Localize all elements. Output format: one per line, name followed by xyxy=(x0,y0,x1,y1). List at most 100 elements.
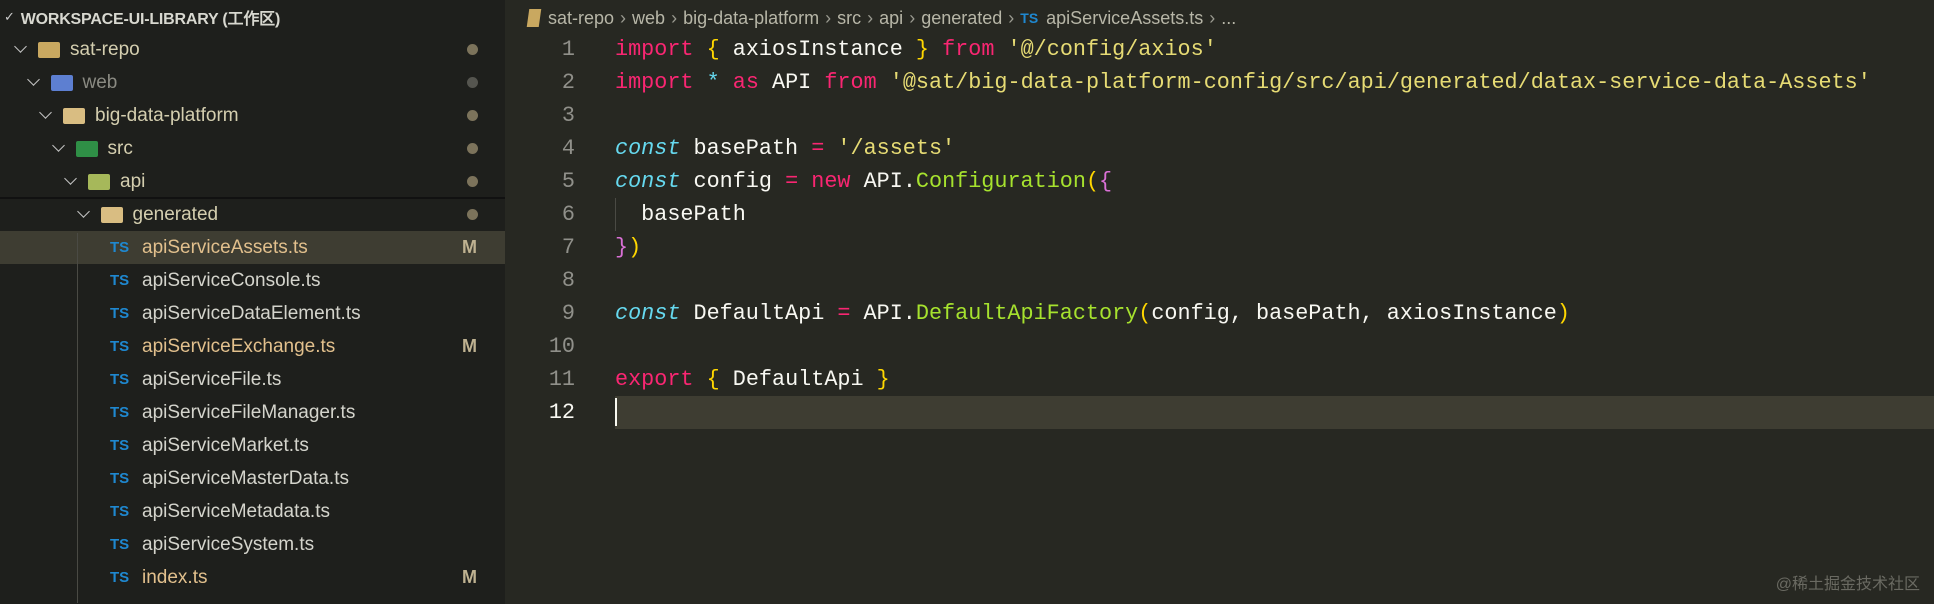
line-number: 12 xyxy=(548,400,575,425)
breadcrumb-item[interactable]: web xyxy=(632,8,665,29)
token-text: DefaultApi xyxy=(680,301,838,326)
tree-item-label: api xyxy=(120,170,146,192)
git-modified-badge: M xyxy=(462,336,477,356)
chevron-right-icon: › xyxy=(671,7,678,28)
chevron-down-icon xyxy=(39,107,53,121)
code-text: }) xyxy=(615,231,641,264)
tree-file[interactable]: TS apiServiceFile.ts xyxy=(0,363,505,396)
tree-folder[interactable]: generated xyxy=(0,198,505,231)
token-string: '@/config/axios' xyxy=(1007,37,1217,62)
code-line[interactable]: 1 import { axiosInstance } from '@/config… xyxy=(505,33,1934,66)
tree-file[interactable]: TS apiServiceMarket.ts xyxy=(0,429,505,462)
code-line[interactable]: 10 xyxy=(505,330,1934,363)
workspace-header[interactable]: ✓ WORKSPACE-UI-LIBRARY (工作区) xyxy=(0,0,505,33)
token-keyword: export xyxy=(615,367,694,392)
tree-file[interactable]: TS apiServiceConsole.ts xyxy=(0,264,505,297)
chevron-right-icon: › xyxy=(825,7,832,28)
folder-src-icon xyxy=(75,140,98,157)
token-text: API xyxy=(758,70,825,95)
code-line[interactable]: 5 const config = new API.Configuration({ xyxy=(505,165,1934,198)
token-string: '@sat/big-data-platform-config/src/api/g… xyxy=(889,70,1871,95)
indent-guide xyxy=(615,198,616,231)
code-line[interactable]: 11 export { DefaultApi } xyxy=(505,363,1934,396)
code-line[interactable]: 7}) xyxy=(505,231,1934,264)
tree-item-label: apiServiceConsole.ts xyxy=(142,269,321,291)
chevron-right-icon: › xyxy=(909,7,916,28)
tree-file[interactable]: TS apiServiceMasterData.ts xyxy=(0,462,505,495)
tree-file[interactable]: TS apiServiceFileManager.ts xyxy=(0,396,505,429)
tree-item-label: apiServiceExchange.ts xyxy=(142,335,336,357)
token-keyword: import xyxy=(615,70,694,95)
tree-item-label: apiServiceMasterData.ts xyxy=(142,467,349,489)
breadcrumb-item[interactable]: api xyxy=(879,8,903,29)
tree-item-label: apiServiceDataElement.ts xyxy=(142,302,361,324)
typescript-file-icon: TS xyxy=(110,437,130,454)
breadcrumb-more[interactable]: ... xyxy=(1221,8,1236,29)
line-number: 10 xyxy=(548,334,575,359)
code-text: import * as API from '@sat/big-data-plat… xyxy=(615,66,1871,99)
tree-file[interactable]: TS apiServiceMetadata.ts xyxy=(0,495,505,528)
git-status-dot xyxy=(467,176,478,187)
chevron-down-icon xyxy=(14,41,28,55)
line-number: 4 xyxy=(561,136,575,161)
code-line[interactable]: 9 const DefaultApi = API.DefaultApiFactor… xyxy=(505,297,1934,330)
git-status-dot xyxy=(467,44,478,55)
chevron-down-icon xyxy=(77,206,91,220)
explorer-sidebar: ✓ WORKSPACE-UI-LIBRARY (工作区) sat-repo web… xyxy=(0,0,505,604)
token-text: basePath xyxy=(680,136,812,161)
code-line[interactable]: 4 const basePath = '/assets' xyxy=(505,132,1934,165)
token-func: DefaultApiFactory xyxy=(915,301,1139,326)
line-number: 7 xyxy=(561,235,575,260)
tree-folder[interactable]: web xyxy=(0,66,505,99)
chevron-right-icon: › xyxy=(867,7,874,28)
tree-item-label: web xyxy=(82,71,118,93)
breadcrumb-item[interactable]: sat-repo xyxy=(548,8,614,29)
token-brace1: ( xyxy=(1138,301,1152,326)
tree-file[interactable]: TS apiServiceAssets.ts M xyxy=(0,231,505,264)
git-status-dot xyxy=(467,209,478,220)
tree-file[interactable]: TS apiServiceDataElement.ts xyxy=(0,297,505,330)
tree-folder[interactable]: api xyxy=(0,165,505,198)
tree-folder[interactable]: big-data-platform xyxy=(0,99,505,132)
git-status-dot xyxy=(467,143,478,154)
token-brace1: { xyxy=(706,367,720,392)
breadcrumb-item[interactable]: src xyxy=(837,8,861,29)
indent-guide xyxy=(77,233,78,603)
code-line[interactable]: 2 import * as API from '@sat/big-data-pla… xyxy=(505,66,1934,99)
tree-file[interactable]: TS apiServiceExchange.ts M xyxy=(0,330,505,363)
breadcrumb-file[interactable]: apiServiceAssets.ts xyxy=(1046,8,1203,29)
code-line[interactable]: 8 xyxy=(505,264,1934,297)
line-number: 5 xyxy=(561,169,575,194)
tree-item-label: apiServiceMetadata.ts xyxy=(142,500,330,522)
breadcrumb-item[interactable]: generated xyxy=(921,8,1002,29)
code-text: export { DefaultApi } xyxy=(615,363,890,396)
tree-item-label: apiServiceFile.ts xyxy=(142,368,282,390)
tree-file[interactable]: TS index.ts M xyxy=(0,561,505,594)
code-editor[interactable]: 1 import { axiosInstance } from '@/config… xyxy=(505,33,1934,604)
token-storage: const xyxy=(615,136,681,161)
token-star: * xyxy=(706,70,720,95)
folder-git-icon xyxy=(38,41,60,58)
breadcrumb-item[interactable]: big-data-platform xyxy=(683,8,819,29)
code-line[interactable]: 6 basePath xyxy=(505,198,1934,231)
typescript-file-icon: TS xyxy=(110,305,130,322)
code-line[interactable]: 3 xyxy=(505,99,1934,132)
token-op: = xyxy=(811,136,825,161)
chevron-down-icon xyxy=(27,74,41,88)
typescript-file-icon: TS xyxy=(110,239,130,256)
workspace-title: WORKSPACE-UI-LIBRARY (工作区) xyxy=(20,10,281,28)
tree-folder[interactable]: sat-repo xyxy=(0,33,505,66)
chevron-down-icon xyxy=(52,140,66,154)
code-text: import { axiosInstance } from '@/config/… xyxy=(615,33,1217,66)
code-line[interactable]: 12 xyxy=(549,396,1934,429)
code-text: const DefaultApi = API.DefaultApiFactory… xyxy=(615,297,1570,330)
token-keyword: from xyxy=(942,37,995,62)
tree-folder[interactable]: src xyxy=(0,132,505,165)
tree-file[interactable]: TS apiServiceSystem.ts xyxy=(0,528,505,561)
token-brace1: ( xyxy=(1085,169,1100,194)
